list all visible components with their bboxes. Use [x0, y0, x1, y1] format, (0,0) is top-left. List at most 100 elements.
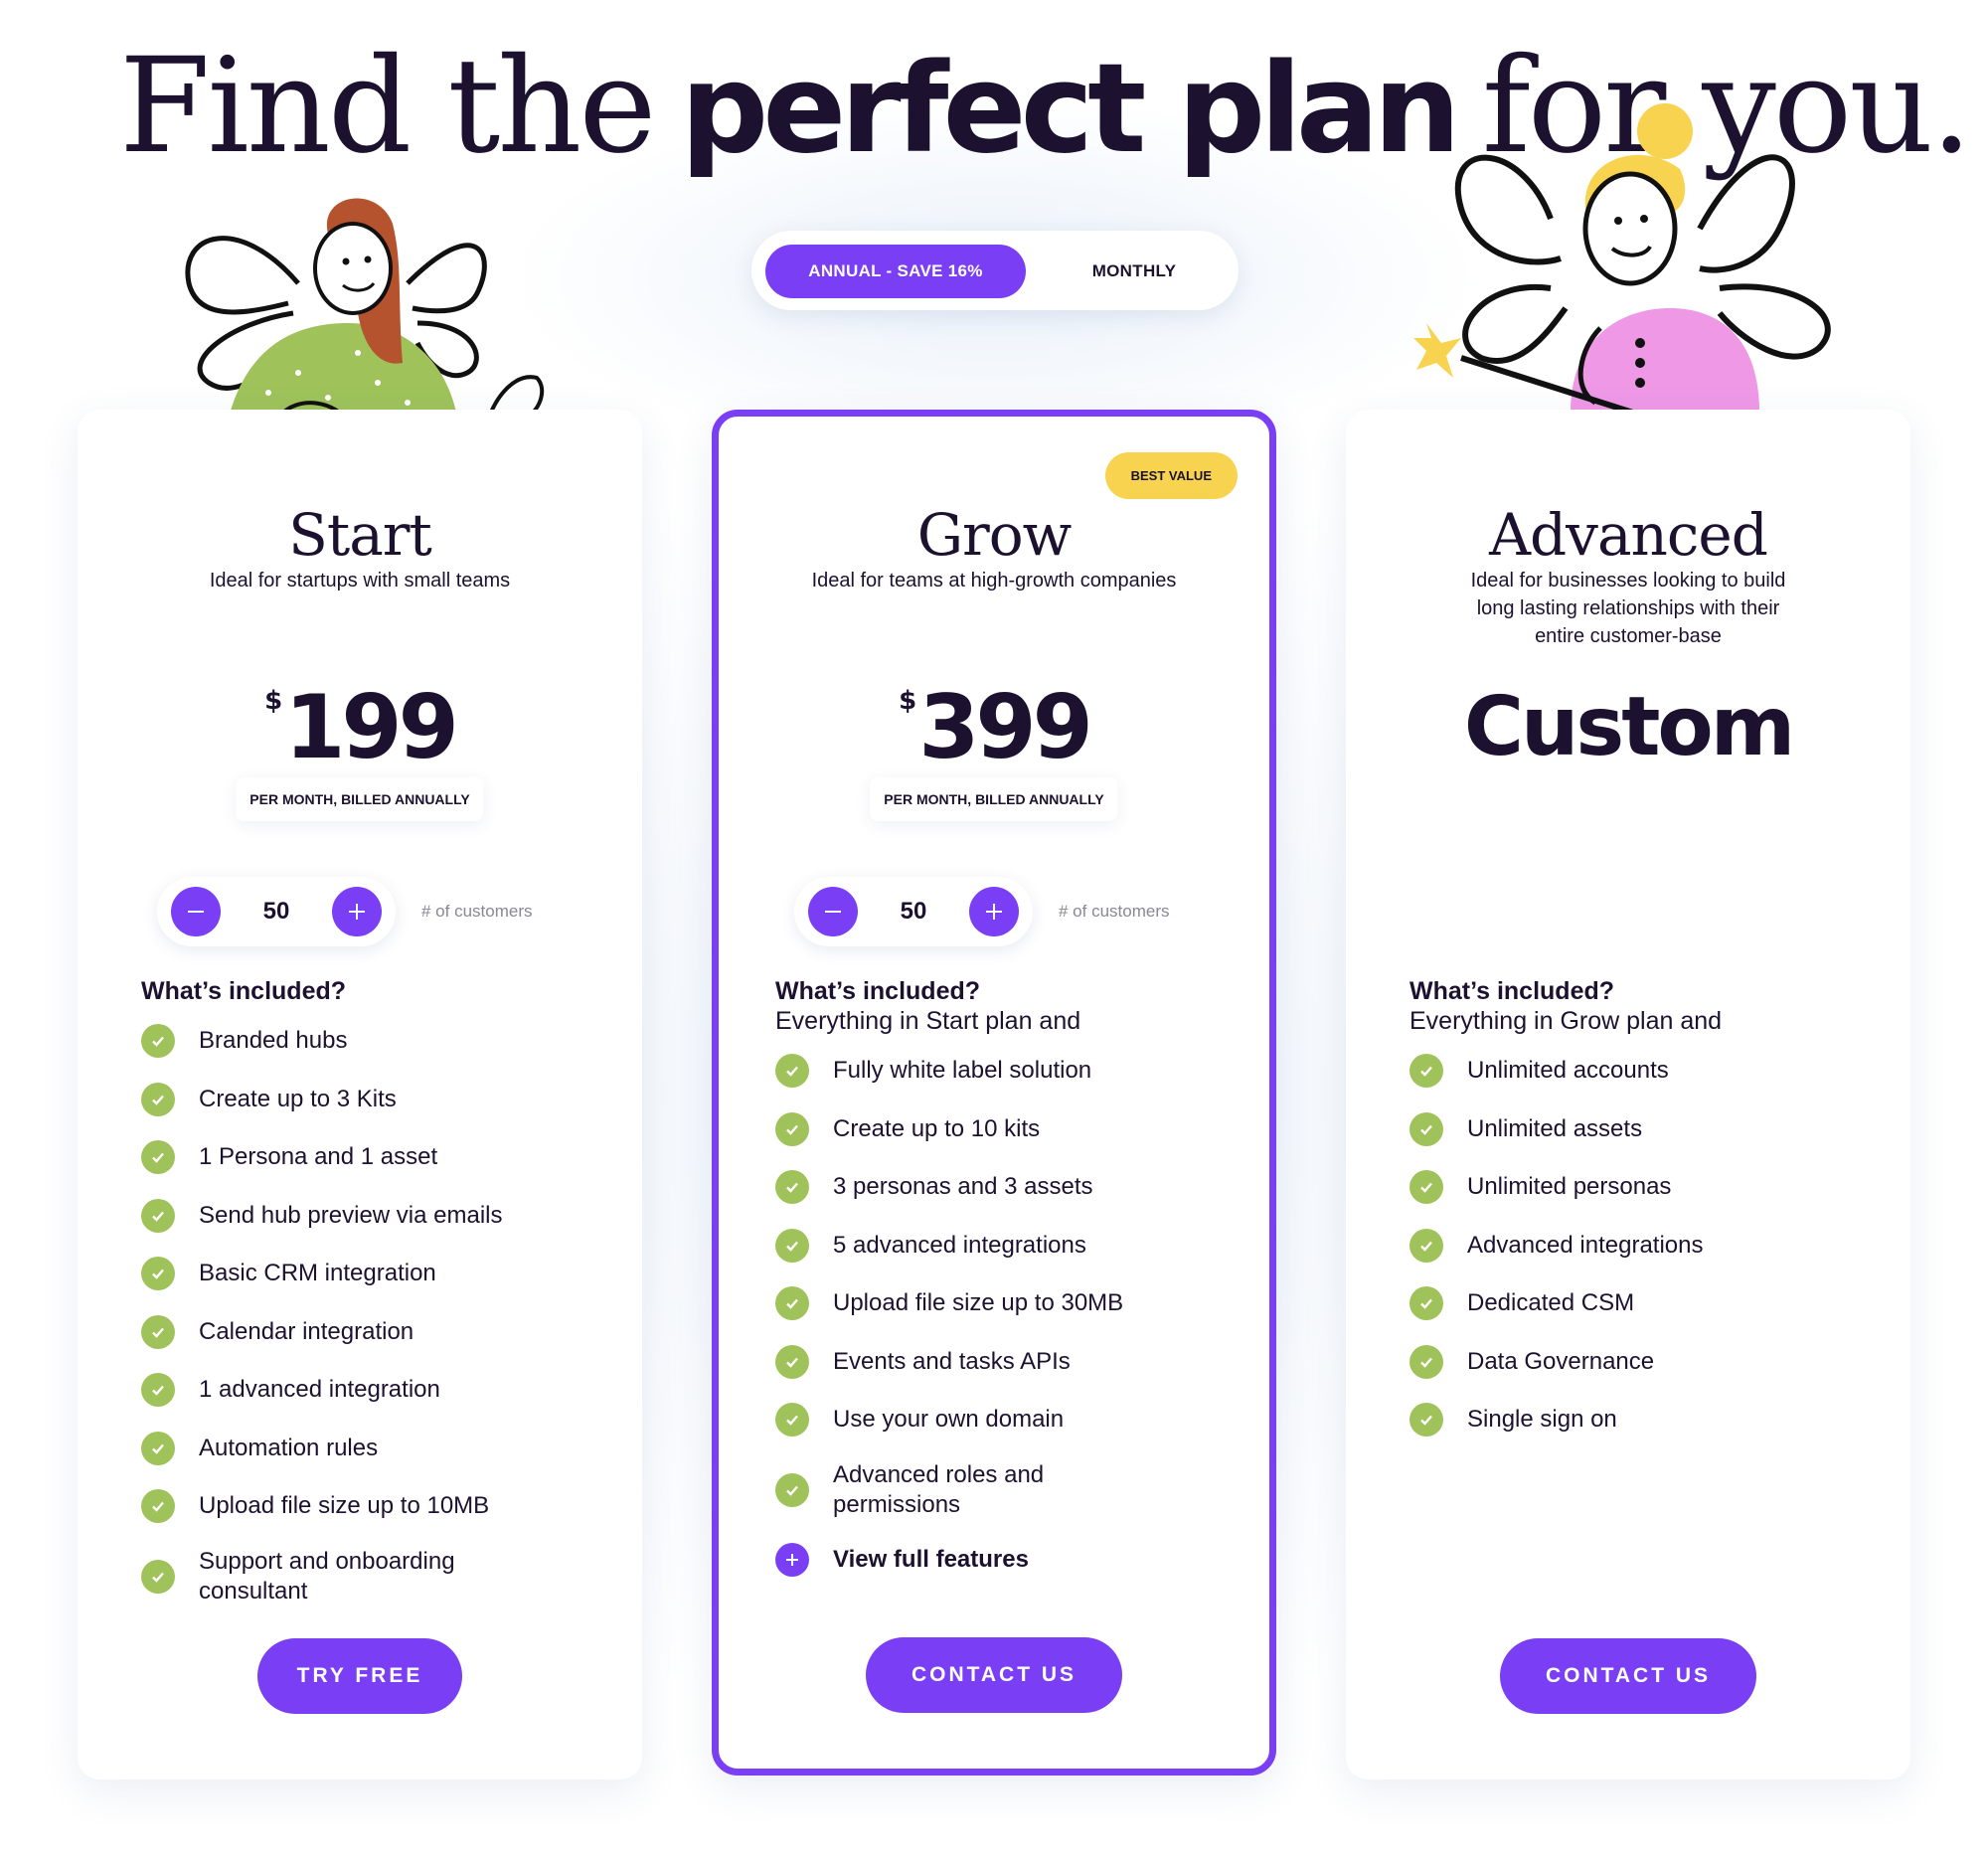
feature-item: Unlimited accounts: [1409, 1042, 1871, 1101]
plan-name: Grow: [916, 501, 1073, 569]
fairy-illustration-right: [1413, 103, 1831, 430]
feature-label: Basic CRM integration: [199, 1260, 436, 1287]
plan-description: Ideal for startups with small teams: [209, 570, 511, 592]
try-free-button[interactable]: TRY FREE: [257, 1638, 462, 1714]
customer-count-label: # of customers: [421, 902, 533, 921]
feature-label: Create up to 10 kits: [833, 1114, 1041, 1142]
included-features: What’s included? Everything in Grow plan…: [1409, 976, 1871, 1449]
feature-label: Branded hubs: [199, 1027, 348, 1055]
plan-price: $199: [78, 676, 642, 778]
feature-label: Upload file size up to 30MB: [833, 1289, 1124, 1317]
increment-button[interactable]: [968, 887, 1019, 936]
feature-list: Branded hubs Create up to 3 Kits 1 Perso…: [141, 1012, 602, 1617]
minus-icon: [825, 911, 841, 913]
included-title: What’s included?: [141, 977, 347, 1005]
feature-item: Upload file size up to 30MB: [775, 1274, 1230, 1333]
check-icon: [775, 1054, 809, 1089]
increment-button[interactable]: [331, 887, 382, 936]
feature-label: Upload file size up to 10MB: [199, 1492, 490, 1520]
customer-stepper-row: 50 # of customers: [794, 877, 1170, 946]
check-icon: [141, 1257, 175, 1291]
billing-period-badge: PER MONTH, BILLED ANNUALLY: [236, 777, 484, 821]
included-title: What’s included?: [1409, 977, 1615, 1005]
check-icon: [1409, 1286, 1443, 1321]
plan-card-start: Start Ideal for startups with small team…: [78, 410, 642, 1779]
check-icon: [1409, 1054, 1443, 1089]
price-amount: 399: [918, 676, 1093, 778]
feature-label: 3 personas and 3 assets: [833, 1173, 1093, 1201]
feature-label: Use your own domain: [833, 1406, 1065, 1434]
feature-item: Create up to 10 kits: [775, 1101, 1230, 1159]
billing-period-badge: PER MONTH, BILLED ANNUALLY: [870, 777, 1118, 821]
feature-label: Advanced roles and permissions: [833, 1460, 1045, 1518]
feature-item: Data Governance: [1409, 1333, 1871, 1392]
check-icon: [141, 1489, 175, 1524]
feature-item: Single sign on: [1409, 1391, 1871, 1449]
minus-icon: [188, 911, 204, 913]
feature-item: 3 personas and 3 assets: [775, 1158, 1230, 1217]
plan-price: $399: [719, 676, 1269, 778]
feature-label: Advanced integrations: [1467, 1231, 1704, 1259]
feature-item: Advanced integrations: [1409, 1217, 1871, 1275]
feature-item: 1 Persona and 1 asset: [141, 1128, 602, 1187]
check-icon: [141, 1559, 175, 1594]
feature-label: Single sign on: [1467, 1406, 1617, 1434]
check-icon: [1409, 1170, 1443, 1205]
currency-symbol: $: [899, 686, 917, 716]
feature-item: Advanced roles and permissions: [775, 1449, 1230, 1531]
decrement-button[interactable]: [808, 887, 858, 936]
feature-label: Support and onboarding consultant: [199, 1547, 455, 1605]
check-icon: [775, 1170, 809, 1205]
check-icon: [141, 1314, 175, 1349]
annual-toggle-option[interactable]: ANNUAL - SAVE 16%: [765, 245, 1026, 298]
feature-item: Send hub preview via emails: [141, 1187, 602, 1246]
included-title: What’s included?: [775, 977, 981, 1005]
customer-count-input[interactable]: 50: [263, 898, 290, 926]
customer-stepper: 50: [794, 877, 1033, 946]
price-amount: 199: [284, 676, 459, 778]
feature-item: Dedicated CSM: [1409, 1274, 1871, 1333]
contact-us-button[interactable]: CONTACT US: [1500, 1638, 1756, 1714]
customer-count-input[interactable]: 50: [901, 898, 927, 926]
currency-symbol: $: [264, 686, 283, 716]
best-value-badge: BEST VALUE: [1104, 452, 1238, 499]
feature-label: Events and tasks APIs: [833, 1347, 1071, 1375]
monthly-toggle-option[interactable]: MONTHLY: [1040, 245, 1229, 298]
check-icon: [1409, 1403, 1443, 1438]
check-icon: [141, 1373, 175, 1408]
check-icon: [1409, 1111, 1443, 1146]
feature-item: Calendar integration: [141, 1303, 602, 1362]
feature-item: Upload file size up to 10MB: [141, 1477, 602, 1536]
feature-label: Data Governance: [1467, 1347, 1655, 1375]
feature-list: Fully white label solution Create up to …: [775, 1042, 1230, 1531]
plan-description: Ideal for teams at high-growth companies: [811, 570, 1177, 592]
check-icon: [775, 1111, 809, 1146]
feature-item: Unlimited assets: [1409, 1101, 1871, 1159]
customer-count-label: # of customers: [1059, 902, 1170, 921]
feature-item: Fully white label solution: [775, 1042, 1230, 1101]
decrement-button[interactable]: [171, 887, 221, 936]
plan-card-grow: BEST VALUE Grow Ideal for teams at high-…: [712, 410, 1276, 1776]
feature-item: Use your own domain: [775, 1391, 1230, 1449]
plan-name: Start: [288, 501, 432, 569]
customer-stepper-row: 50 # of customers: [157, 877, 533, 946]
view-full-features-link[interactable]: View full features: [775, 1531, 1230, 1589]
plan-price: Custom: [1463, 680, 1795, 774]
check-icon: [775, 1228, 809, 1263]
feature-label: Calendar integration: [199, 1317, 414, 1345]
check-icon: [141, 1431, 175, 1465]
included-subtitle: Everything in Start plan and: [775, 1007, 1081, 1035]
feature-label: Unlimited assets: [1467, 1114, 1643, 1142]
check-icon: [1409, 1228, 1443, 1263]
plus-icon: [985, 904, 1002, 920]
headline-part-2: perfect plan: [680, 38, 1461, 181]
feature-label: Unlimited personas: [1467, 1173, 1672, 1201]
included-features: What’s included? Branded hubs Create up …: [141, 976, 602, 1617]
feature-item: Support and onboarding consultant: [141, 1536, 602, 1617]
feature-item: Unlimited personas: [1409, 1158, 1871, 1217]
customer-stepper: 50: [157, 877, 396, 946]
feature-label: 1 advanced integration: [199, 1376, 440, 1404]
contact-us-button[interactable]: CONTACT US: [866, 1637, 1122, 1713]
feature-label: 5 advanced integrations: [833, 1231, 1086, 1259]
check-icon: [141, 1198, 175, 1233]
